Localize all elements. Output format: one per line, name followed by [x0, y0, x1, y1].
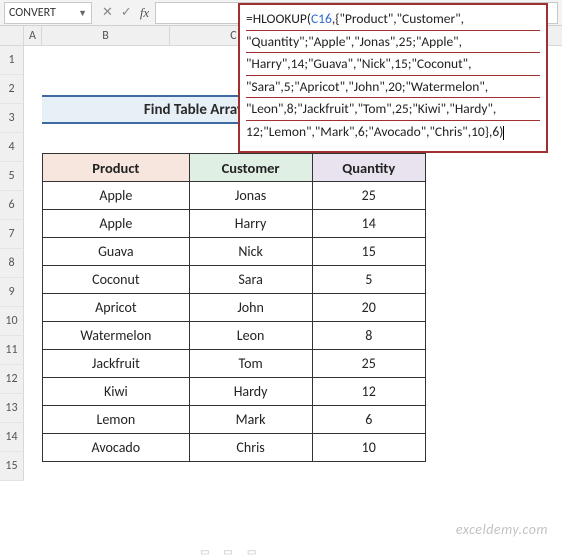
table-header-row: Product Customer Quantity [43, 154, 426, 182]
header-quantity[interactable]: Quantity [312, 154, 426, 182]
table-cell-customer[interactable]: Leon [189, 322, 312, 350]
table-cell-product[interactable]: Kiwi [43, 378, 190, 406]
row-header[interactable]: 12 [0, 365, 24, 394]
table-cell-customer[interactable]: John [189, 294, 312, 322]
fx-icon[interactable]: fx [140, 5, 149, 21]
row-header[interactable]: 2 [0, 75, 24, 104]
row-header[interactable]: 5 [0, 162, 24, 191]
table-cell-product[interactable]: Coconut [43, 266, 190, 294]
row-header[interactable]: 1 [0, 46, 24, 75]
row-header[interactable]: 6 [0, 191, 24, 220]
table-row[interactable]: AppleHarry14 [43, 210, 426, 238]
table-cell-quantity[interactable]: 8 [312, 322, 426, 350]
table-cell-quantity[interactable]: 15 [312, 238, 426, 266]
text-cursor [503, 126, 504, 140]
table-cell-customer[interactable]: Hardy [189, 378, 312, 406]
table-row[interactable]: KiwiHardy12 [43, 378, 426, 406]
table-row[interactable]: JackfruitTom25 [43, 350, 426, 378]
table-row[interactable]: ApricotJohn20 [43, 294, 426, 322]
formula-line: "Harry",14;"Guava","Nick",15;"Coconut", [246, 54, 540, 76]
formula-prefix: =HLOOKUP( [246, 10, 311, 27]
control-icon[interactable]: ▭ [223, 545, 232, 558]
table-cell-quantity[interactable]: 10 [312, 434, 426, 462]
table-cell-product[interactable]: Apricot [43, 294, 190, 322]
control-icon[interactable]: ▭ [247, 545, 256, 558]
confirm-icon[interactable]: ✓ [121, 5, 132, 20]
formula-line: "Quantity";"Apple","Jonas",25;"Apple", [246, 32, 540, 54]
formula-controls: ✕ ✓ fx [96, 0, 155, 25]
table-row[interactable]: WatermelonLeon8 [43, 322, 426, 350]
table-cell-quantity[interactable]: 12 [312, 378, 426, 406]
row-header[interactable]: 10 [0, 307, 24, 336]
row-header[interactable]: 13 [0, 394, 24, 423]
formula-line: "Sara",5;"Apricot","John",20;"Watermelon… [246, 77, 540, 99]
table-cell-customer[interactable]: Jonas [189, 182, 312, 210]
formula-seg: ,{"Product","Customer", [332, 10, 464, 27]
table-cell-quantity[interactable]: 6 [312, 406, 426, 434]
table-cell-customer[interactable]: Harry [189, 210, 312, 238]
formula-overlay[interactable]: =HLOOKUP(C16,{"Product","Customer", "Qua… [238, 3, 548, 153]
row-header[interactable]: 11 [0, 336, 24, 365]
row-header[interactable]: 9 [0, 278, 24, 307]
table-cell-quantity[interactable]: 20 [312, 294, 426, 322]
watermark: exceldemy.com [456, 521, 548, 538]
header-customer[interactable]: Customer [189, 154, 312, 182]
table-cell-product[interactable]: Lemon [43, 406, 190, 434]
formula-line: 12;"Lemon","Mark",6;"Avocado","Chris",10… [246, 122, 540, 143]
col-header[interactable]: B [42, 26, 170, 45]
formula-seg: 12;"Lemon","Mark",6;"Avocado","Chris",10… [246, 123, 503, 140]
table-cell-customer[interactable]: Chris [189, 434, 312, 462]
table-cell-quantity[interactable]: 25 [312, 182, 426, 210]
sheet-tab-controls: ▭ ▭ ▭ [200, 545, 256, 558]
row-header[interactable]: 8 [0, 249, 24, 278]
table-cell-customer[interactable]: Nick [189, 238, 312, 266]
data-table: Product Customer Quantity AppleJonas25Ap… [42, 153, 426, 462]
chevron-down-icon[interactable]: ▼ [78, 8, 87, 19]
control-icon[interactable]: ▭ [200, 545, 209, 558]
table-cell-product[interactable]: Guava [43, 238, 190, 266]
table-cell-customer[interactable]: Mark [189, 406, 312, 434]
col-header[interactable]: A [24, 26, 42, 45]
table-row[interactable]: CoconutSara5 [43, 266, 426, 294]
formula-line: =HLOOKUP(C16,{"Product","Customer", [246, 9, 540, 31]
table-row[interactable]: AvocadoChris10 [43, 434, 426, 462]
formula-cellref: C16 [311, 10, 332, 27]
row-header[interactable]: 4 [0, 133, 24, 162]
header-product[interactable]: Product [43, 154, 190, 182]
table-row[interactable]: GuavaNick15 [43, 238, 426, 266]
cancel-icon[interactable]: ✕ [102, 5, 113, 20]
table-cell-quantity[interactable]: 14 [312, 210, 426, 238]
table-cell-quantity[interactable]: 5 [312, 266, 426, 294]
row-header[interactable]: 15 [0, 452, 24, 481]
row-header[interactable]: 3 [0, 104, 24, 133]
formula-line: "Leon",8;"Jackfruit","Tom",25;"Kiwi","Ha… [246, 99, 540, 121]
row-header[interactable]: 7 [0, 220, 24, 249]
name-box-value: CONVERT [9, 6, 78, 20]
table-cell-product[interactable]: Jackfruit [43, 350, 190, 378]
row-header[interactable]: 14 [0, 423, 24, 452]
select-all-cell[interactable] [0, 26, 24, 45]
table-cell-customer[interactable]: Tom [189, 350, 312, 378]
name-box[interactable]: CONVERT ▼ [4, 2, 92, 24]
table-cell-product[interactable]: Watermelon [43, 322, 190, 350]
table-row[interactable]: LemonMark6 [43, 406, 426, 434]
table-cell-quantity[interactable]: 25 [312, 350, 426, 378]
table-cell-product[interactable]: Avocado [43, 434, 190, 462]
table-cell-customer[interactable]: Sara [189, 266, 312, 294]
table-cell-product[interactable]: Apple [43, 210, 190, 238]
table-row[interactable]: AppleJonas25 [43, 182, 426, 210]
table-cell-product[interactable]: Apple [43, 182, 190, 210]
